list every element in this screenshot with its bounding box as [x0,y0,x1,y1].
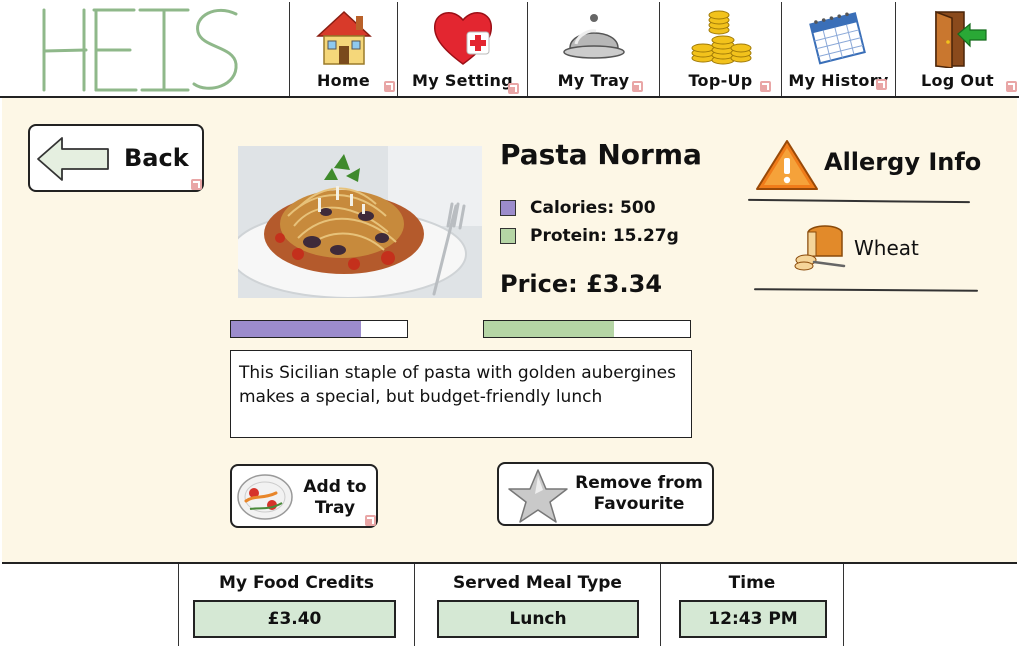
add-to-tray-label-line1: Add to [303,477,367,497]
meal-type-label: Served Meal Type [453,573,622,593]
time-label: Time [728,573,776,593]
star-icon [508,469,568,523]
link-marker-icon [508,83,519,94]
dish-description: This Sicilian staple of pasta with golde… [230,350,692,438]
meal-type-cell: Served Meal Type Lunch [414,564,660,646]
remove-favourite-label-line2: Favourite [593,494,685,514]
allergen-wheat-label: Wheat [854,236,919,260]
heis-logo [42,8,238,92]
meal-detail-panel: Back Pasta Norma Calories: 500 Protein: … [2,98,1017,564]
back-button[interactable]: Back [28,124,204,192]
house-icon [315,10,372,65]
nav-home[interactable]: Home [290,2,398,96]
calendar-icon [808,12,866,65]
divider [753,288,979,292]
nav-log-out[interactable]: Log Out [896,2,1019,96]
nav-label: Log Out [921,71,994,90]
link-marker-icon [365,515,376,526]
calories-legend: Calories: 500 [500,198,656,218]
remove-from-favourite-label: Remove from Favourite [567,473,711,515]
food-credits-cell: My Food Credits £3.40 [178,564,414,646]
link-marker-icon [191,179,202,190]
status-bar: My Food Credits £3.40 Served Meal Type L… [0,564,1019,646]
protein-label: Protein: 15.27g [530,226,679,246]
price-label: Price: £3.34 [500,270,663,298]
warning-icon [756,140,818,190]
dish-title: Pasta Norma [500,138,702,171]
nav-top-up[interactable]: Top-Up [660,2,782,96]
add-to-tray-label-line2: Tray [314,498,356,518]
calories-meter-fill [231,321,362,337]
nav-my-tray[interactable]: My Tray [528,2,660,96]
link-marker-icon [384,81,395,92]
heart-plus-icon [433,12,492,65]
nav-my-setting[interactable]: My Setting [398,2,528,96]
logo-area [2,2,290,96]
cloche-icon [562,14,625,59]
time-cell: Time 12:43 PM [660,564,844,646]
arrow-left-icon [37,137,109,181]
protein-meter-fill [484,321,614,337]
pasta-dish-photo [238,146,482,298]
allergy-info-heading: Allergy Info [824,148,982,176]
protein-legend: Protein: 15.27g [500,226,679,246]
link-marker-icon [760,81,771,92]
add-to-tray-label: Add to Tray [296,477,374,519]
link-marker-icon [1006,81,1017,92]
calories-label: Calories: 500 [530,198,656,218]
remove-from-favourite-button[interactable]: Remove from Favourite [497,462,714,526]
gold-coins-icon [691,10,751,65]
link-marker-icon [632,81,643,92]
food-credits-label: My Food Credits [219,573,374,593]
nav-label: Home [316,71,371,90]
remove-favourite-label-line1: Remove from [575,473,703,493]
bread-icon [794,225,846,271]
protein-swatch [500,228,516,244]
meal-type-value: Lunch [437,600,639,638]
time-value: 12:43 PM [679,600,827,638]
calories-meter [230,320,408,338]
exit-door-icon [934,10,987,68]
nav-my-history[interactable]: My History [782,2,896,96]
back-label: Back [124,144,189,172]
add-to-tray-button[interactable]: Add to Tray [230,464,378,528]
divider [747,198,971,204]
food-plate-icon [237,474,293,520]
top-navigation-bar: Home My Setting My Tray Top-Up My Histor… [0,0,1019,98]
protein-meter [483,320,691,338]
link-marker-icon [876,79,887,90]
calories-swatch [500,200,516,216]
food-credits-value: £3.40 [193,600,396,638]
